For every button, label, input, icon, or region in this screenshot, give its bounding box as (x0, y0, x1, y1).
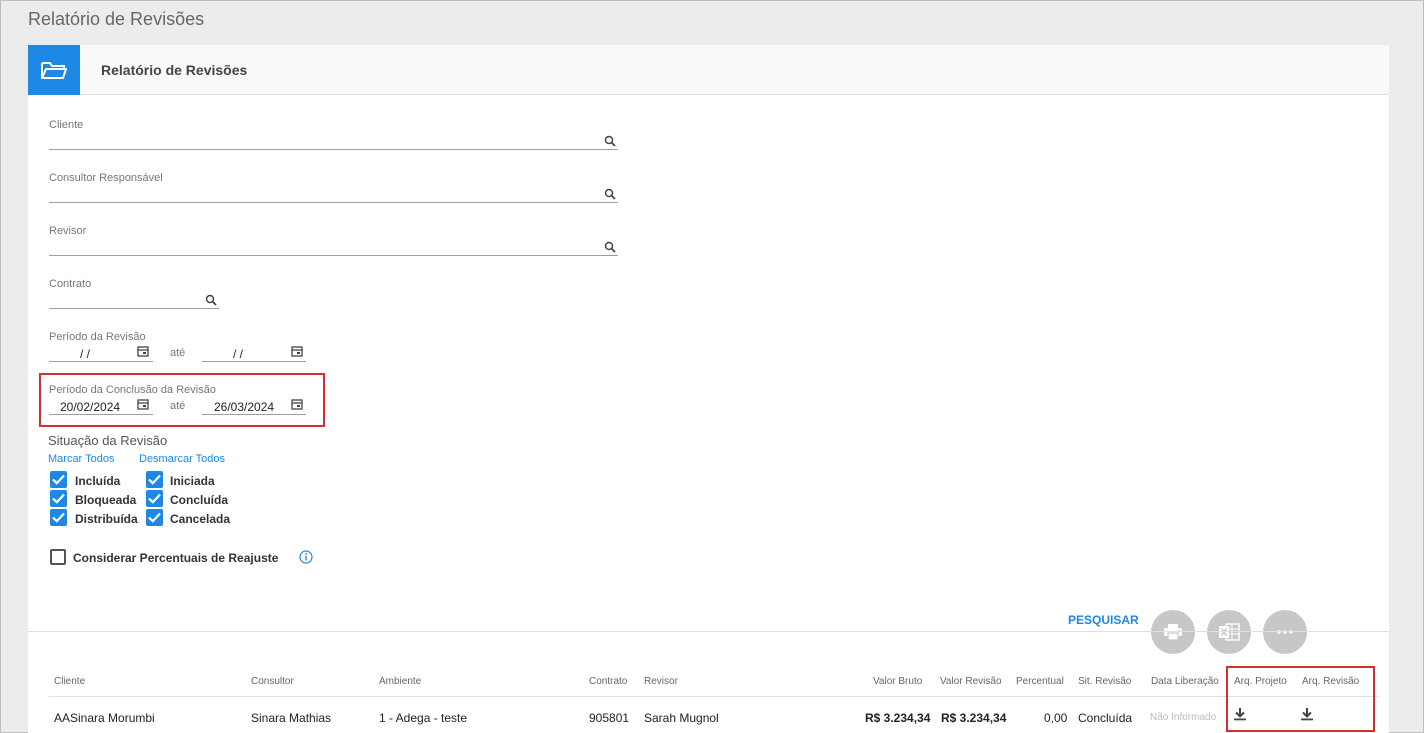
checkbox-iniciada[interactable] (146, 471, 163, 488)
cell-contrato: 905801 (589, 711, 630, 725)
contrato-label: Contrato (49, 278, 92, 290)
col-header-valor-revisao[interactable]: Valor Revisão (940, 676, 1002, 687)
folder-icon (28, 45, 80, 95)
section-divider (28, 631, 1389, 632)
checkbox-label: Cancelada (170, 512, 231, 526)
col-header-revisor[interactable]: Revisor (644, 676, 678, 687)
periodo-revisao-to[interactable]: / / (233, 347, 243, 361)
revisor-label: Revisor (49, 225, 87, 237)
header-divider (49, 696, 1379, 697)
cell-valor-revisao: R$ 3.234,34 (941, 711, 1007, 725)
consultor-input[interactable] (49, 202, 618, 203)
situacao-title: Situação da Revisão (48, 433, 168, 448)
print-icon (1164, 624, 1182, 641)
col-header-consultor[interactable]: Consultor (251, 676, 294, 687)
checkbox-bloqueada[interactable] (50, 490, 67, 507)
checkbox-label: Incluída (75, 474, 121, 488)
revisor-input[interactable] (49, 255, 618, 256)
col-header-contrato[interactable]: Contrato (589, 676, 627, 687)
download-icon[interactable] (1233, 707, 1247, 721)
col-header-data-liberacao[interactable]: Data Liberação (1151, 676, 1219, 687)
col-header-ambiente[interactable]: Ambiente (379, 676, 421, 687)
cell-cliente: AASinara Morumbi (54, 711, 155, 725)
col-header-cliente[interactable]: Cliente (54, 676, 85, 687)
highlight-box (1226, 666, 1375, 732)
periodo-conclusao-from[interactable]: 20/02/2024 (60, 400, 120, 414)
cliente-input[interactable] (49, 149, 618, 150)
calendar-icon[interactable] (291, 345, 303, 357)
ate-label: até (170, 400, 186, 412)
checkbox-reajuste[interactable] (50, 549, 66, 565)
periodo-conclusao-label: Período da Conclusão da Revisão (49, 384, 216, 396)
search-icon[interactable] (205, 294, 217, 306)
cell-percentual: 0,00 (1044, 711, 1068, 725)
search-button[interactable]: PESQUISAR (1068, 613, 1139, 627)
cell-revisor: Sarah Mugnol (644, 711, 719, 725)
print-button[interactable] (1151, 610, 1195, 654)
reajuste-label: Considerar Percentuais de Reajuste (73, 551, 279, 565)
excel-icon (1219, 623, 1240, 641)
calendar-icon[interactable] (137, 345, 149, 357)
cell-consultor: Sinara Mathias (251, 711, 332, 725)
calendar-icon[interactable] (137, 398, 149, 410)
periodo-conclusao-to-line (202, 414, 306, 415)
search-icon[interactable] (604, 241, 616, 253)
col-header-percentual[interactable]: Percentual (1016, 676, 1064, 687)
periodo-revisao-from-line (49, 361, 153, 362)
checkbox-concluida[interactable] (146, 490, 163, 507)
cell-valor-bruto: R$ 3.234,34 (865, 711, 931, 725)
cell-ambiente: 1 - Adega - teste (379, 711, 468, 725)
card-header: Relatório de Revisões (28, 45, 1389, 95)
periodo-revisao-label: Período da Revisão (49, 331, 146, 343)
contrato-input[interactable] (49, 308, 219, 309)
card-title: Relatório de Revisões (101, 62, 248, 78)
cliente-label: Cliente (49, 119, 84, 131)
checkbox-distribuida[interactable] (50, 509, 67, 526)
search-icon[interactable] (604, 135, 616, 147)
periodo-conclusao-to[interactable]: 26/03/2024 (214, 400, 274, 414)
col-header-sit-revisao[interactable]: Sit. Revisão (1078, 676, 1131, 687)
checkbox-label: Bloqueada (75, 493, 137, 507)
checkbox-label: Concluída (170, 493, 229, 507)
ate-label: até (170, 347, 186, 359)
periodo-conclusao-from-line (49, 414, 153, 415)
cell-data-liberacao: Não Informado (1150, 712, 1217, 723)
download-icon[interactable] (1300, 707, 1314, 721)
excel-button[interactable] (1207, 610, 1251, 654)
checkbox-label: Iniciada (170, 474, 215, 488)
checkbox-cancelada[interactable] (146, 509, 163, 526)
info-icon[interactable] (299, 550, 313, 564)
col-header-valor-bruto[interactable]: Valor Bruto (873, 676, 922, 687)
cell-situacao: Concluída (1078, 711, 1133, 725)
marcar-todos-link[interactable]: Marcar Todos (48, 453, 114, 465)
more-button[interactable] (1263, 610, 1307, 654)
periodo-revisao-to-line (202, 361, 306, 362)
desmarcar-todos-link[interactable]: Desmarcar Todos (139, 453, 225, 465)
consultor-label: Consultor Responsável (49, 172, 163, 184)
report-card: Relatório de Revisões Cliente Consultor … (28, 45, 1389, 733)
page-title: Relatório de Revisões (28, 9, 205, 29)
calendar-icon[interactable] (291, 398, 303, 410)
search-icon[interactable] (604, 188, 616, 200)
checkbox-label: Distribuída (75, 512, 138, 526)
periodo-revisao-from[interactable]: / / (80, 347, 90, 361)
checkbox-incluida[interactable] (50, 471, 67, 488)
